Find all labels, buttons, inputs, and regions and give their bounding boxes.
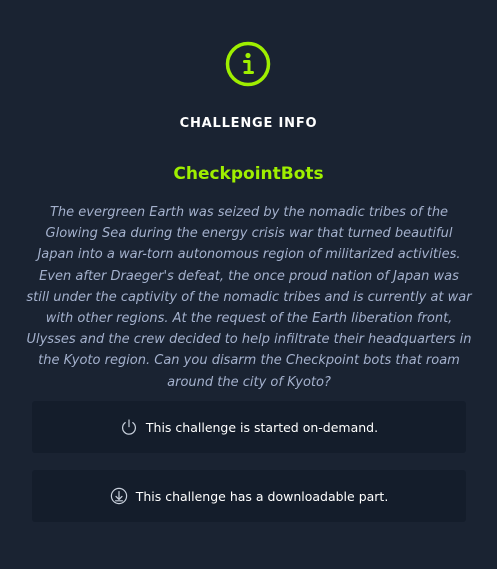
on-demand-feature: This challenge is started on-demand. [32, 401, 466, 453]
challenge-info-modal: CHALLENGE INFO CheckpointBots The evergr… [0, 0, 497, 569]
downloadable-label: This challenge has a downloadable part. [135, 488, 389, 504]
on-demand-label: This challenge is started on-demand. [145, 419, 379, 435]
download-icon [110, 487, 127, 505]
challenge-description: The evergreen Earth was seized by the no… [26, 205, 472, 390]
power-icon [121, 419, 136, 435]
challenge-name: CheckpointBots [173, 164, 324, 184]
modal-title: CHALLENGE INFO [179, 116, 318, 131]
info-icon [225, 41, 271, 87]
downloadable-feature: This challenge has a downloadable part. [32, 470, 466, 522]
